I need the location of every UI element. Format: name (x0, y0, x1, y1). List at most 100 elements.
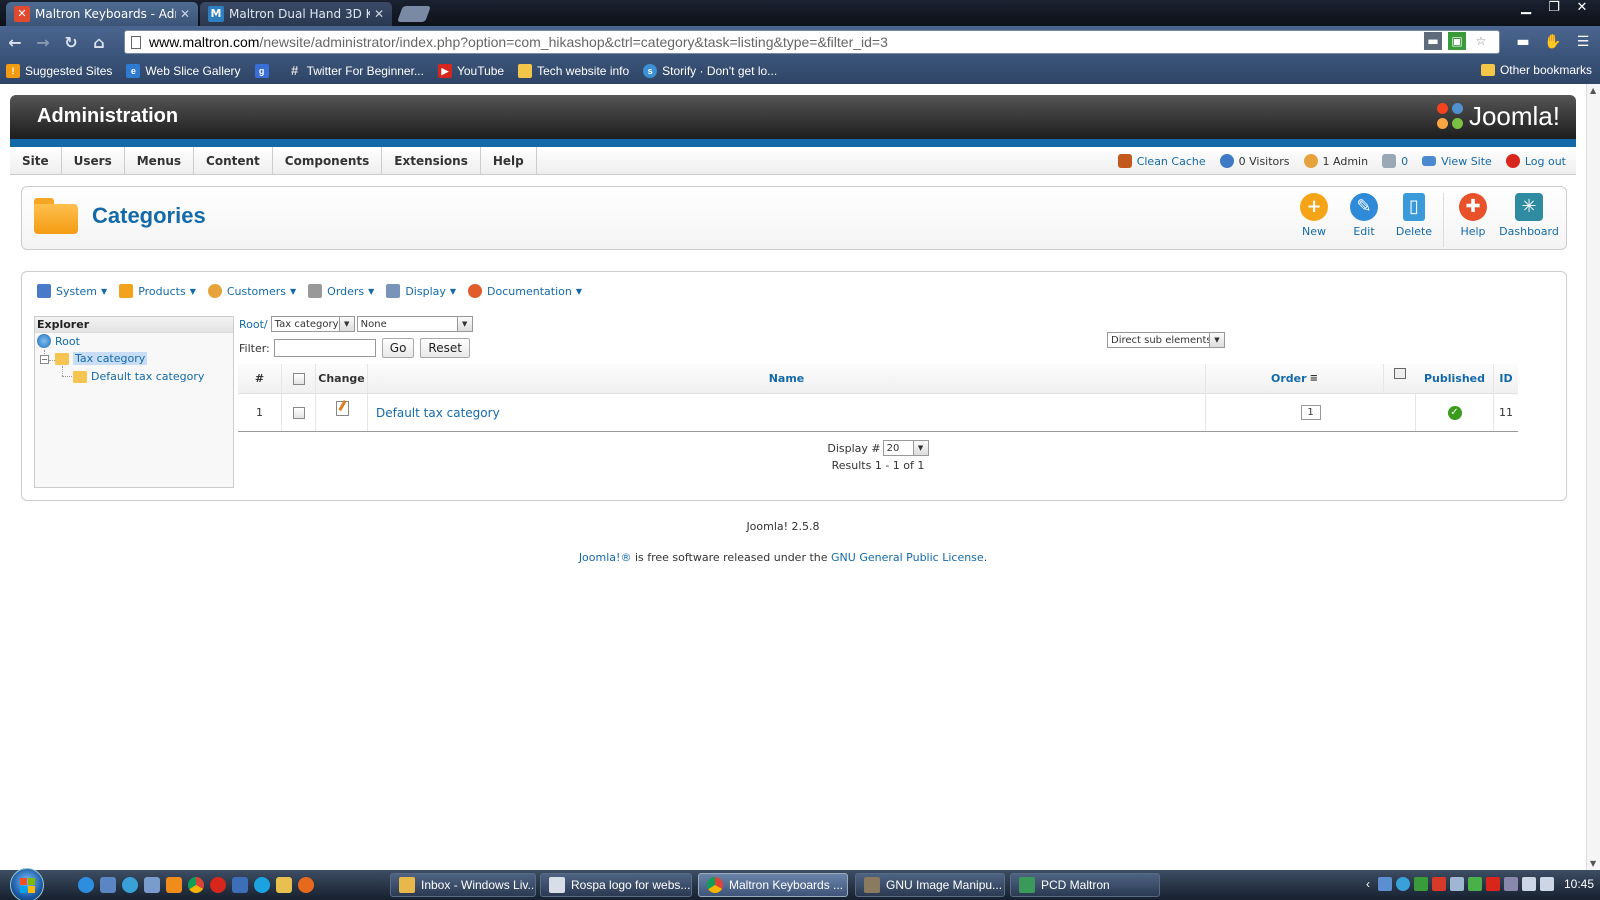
edit-pencil-icon[interactable] (335, 401, 349, 416)
menu-extensions[interactable]: Extensions (382, 146, 481, 175)
other-bookmarks[interactable]: Other bookmarks (1480, 63, 1592, 77)
task-maltron-keyboards[interactable]: Maltron Keyboards ... (698, 873, 848, 897)
bookmark-suggested-sites[interactable]: ! Suggested Sites (6, 64, 112, 78)
task-pcd-maltron[interactable]: PCD Maltron (1010, 873, 1160, 897)
view-site-link[interactable]: View Site (1422, 155, 1492, 168)
sync-icon[interactable] (1395, 877, 1410, 891)
save-order-icon[interactable] (1394, 368, 1406, 379)
tab-maltron-admin[interactable]: ✕ Maltron Keyboards - Adm ✕ (6, 2, 198, 26)
reload-icon[interactable]: ↻ (58, 29, 84, 55)
hika-menu-orders[interactable]: Orders ▼ (308, 284, 374, 298)
bookmark-tech-website-info[interactable]: Tech website info (518, 64, 629, 78)
filter-input[interactable] (273, 339, 376, 357)
gpl-link[interactable]: GNU General Public License (831, 551, 984, 564)
help-button[interactable]: ✚ Help (1448, 193, 1498, 247)
scroll-up-icon[interactable]: ▲ (1590, 86, 1596, 95)
subcategory-select[interactable]: None ▼ (356, 316, 473, 332)
select-all-checkbox[interactable] (292, 372, 305, 385)
home-icon[interactable]: ⌂ (86, 29, 112, 55)
menu-menus[interactable]: Menus (125, 146, 195, 175)
menu-content[interactable]: Content (194, 146, 273, 175)
scroll-down-icon[interactable]: ▼ (1590, 859, 1596, 868)
task-gimp[interactable]: GNU Image Manipu... (855, 873, 1005, 897)
bookmark-twitter-for-beginners[interactable]: # Twitter For Beginner... (288, 64, 424, 79)
tree-node-tax-category[interactable]: Tax category (55, 352, 148, 365)
category-select[interactable]: Tax category ▼ (270, 316, 355, 332)
row-checkbox[interactable] (292, 406, 305, 419)
row-name-link[interactable]: Default tax category (368, 394, 1206, 431)
forward-icon[interactable]: → (30, 29, 56, 55)
tab-maltron-dual-hand[interactable]: M Maltron Dual Hand 3D Ke ✕ (200, 2, 392, 26)
messages-status[interactable]: 0 (1382, 154, 1408, 168)
download-app-icon[interactable] (232, 877, 248, 893)
menu-components[interactable]: Components (273, 146, 383, 175)
col-published[interactable]: Published (1416, 364, 1494, 393)
page-scrollbar[interactable]: ▲ ▼ (1586, 84, 1600, 870)
restore-icon[interactable]: ❐ (1546, 0, 1562, 15)
wifi-icon[interactable] (1539, 877, 1554, 891)
battery-icon[interactable] (1449, 877, 1464, 891)
internet-explorer-icon[interactable] (78, 877, 94, 893)
clock[interactable]: 10:45 (1564, 877, 1594, 891)
minimize-icon[interactable]: ▁ (1518, 0, 1534, 15)
breadcrumb-root[interactable]: Root/ (239, 318, 268, 331)
col-id[interactable]: ID (1494, 364, 1518, 393)
extension-bar-icon[interactable]: ▬ (1512, 30, 1534, 54)
back-icon[interactable]: ← (2, 29, 28, 55)
tree-node-root[interactable]: Root (37, 334, 80, 348)
menu-site[interactable]: Site (10, 146, 62, 175)
clean-cache-link[interactable]: Clean Cache (1117, 154, 1206, 168)
chrome-icon[interactable] (188, 877, 204, 893)
shield-extension-icon[interactable]: ▣ (1448, 32, 1466, 50)
collapse-node-icon[interactable]: − (40, 355, 49, 364)
close-tab-icon[interactable]: ✕ (180, 7, 190, 21)
bookmark-youtube[interactable]: ▶ YouTube (437, 64, 504, 78)
star-bookmark-icon[interactable]: ☆ (1472, 32, 1490, 50)
reset-button[interactable]: Reset (420, 338, 470, 358)
new-tab-button[interactable] (397, 6, 431, 22)
hika-menu-display[interactable]: Display ▼ (386, 284, 456, 298)
tree-node-default-tax-category[interactable]: Default tax category (73, 370, 204, 383)
folder-app-icon[interactable] (276, 877, 292, 893)
volume-icon[interactable] (1521, 877, 1536, 891)
col-order[interactable]: Order ≡ (1206, 364, 1384, 393)
show-hidden-icons-icon[interactable]: ‹ (1366, 877, 1370, 891)
hika-menu-system[interactable]: System ▼ (37, 284, 107, 298)
task-rospa-logo[interactable]: Rospa logo for webs... (540, 873, 692, 897)
skype-icon[interactable] (254, 877, 270, 893)
globe-app-icon[interactable] (122, 877, 138, 893)
bookmark-web-slice-gallery[interactable]: e Web Slice Gallery (126, 64, 241, 78)
network-icon[interactable] (1377, 877, 1392, 891)
opera-icon[interactable] (210, 877, 226, 893)
order-input[interactable]: 1 (1300, 405, 1321, 420)
window-switch-icon[interactable] (144, 877, 160, 893)
new-button[interactable]: + New (1289, 193, 1339, 247)
hika-menu-documentation[interactable]: Documentation ▼ (468, 284, 582, 298)
task-inbox-windows-live[interactable]: Inbox - Windows Liv... (390, 873, 536, 897)
edit-button[interactable]: ✎ Edit (1339, 193, 1389, 247)
col-name[interactable]: Name (368, 364, 1206, 393)
firefox-icon[interactable] (298, 877, 314, 893)
bookmark-google[interactable]: g (254, 64, 274, 78)
antivirus-icon[interactable] (1467, 877, 1482, 891)
dashboard-button[interactable]: ✳ Dashboard (1498, 193, 1560, 247)
scope-select[interactable]: Direct sub elements ▼ (1107, 332, 1225, 348)
hika-menu-products[interactable]: Products ▼ (119, 284, 196, 298)
start-button[interactable] (10, 868, 44, 900)
menu-icon[interactable]: ☰ (1572, 30, 1594, 54)
alert-icon[interactable] (1431, 877, 1446, 891)
profile-extension-icon[interactable]: ✋ (1542, 30, 1564, 54)
adobe-icon[interactable] (1485, 877, 1500, 891)
menu-help[interactable]: Help (481, 146, 537, 175)
menu-users[interactable]: Users (62, 146, 125, 175)
delete-button[interactable]: ▯ Delete (1389, 193, 1439, 247)
bookmark-storify[interactable]: s Storify · Don't get lo... (643, 64, 777, 78)
hika-menu-customers[interactable]: Customers ▼ (207, 284, 296, 298)
media-player-icon[interactable] (166, 877, 182, 893)
display-limit-select[interactable]: 20 ▼ (882, 440, 929, 456)
logout-link[interactable]: Log out (1505, 154, 1566, 168)
go-button[interactable]: Go (381, 338, 415, 358)
joomla-link[interactable]: Joomla!® (579, 551, 632, 564)
chat-extension-icon[interactable]: ▬ (1424, 32, 1442, 50)
close-tab-icon[interactable]: ✕ (374, 7, 384, 21)
